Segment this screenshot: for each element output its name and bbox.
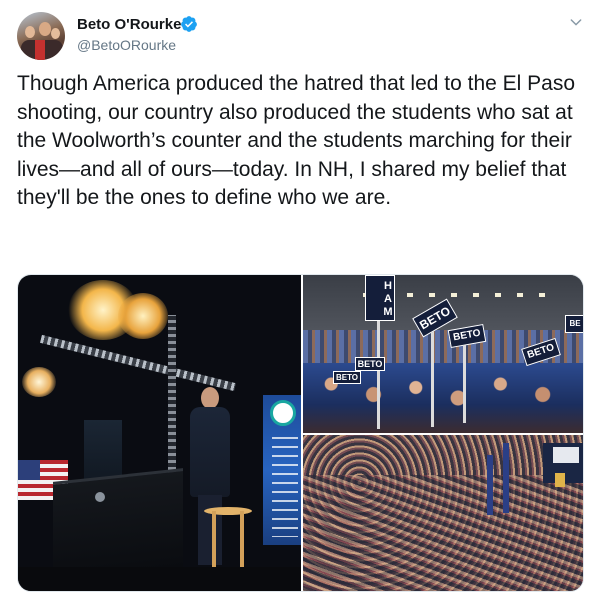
verified-badge-icon xyxy=(181,16,197,32)
tweet-text: Though America produced the hatred that … xyxy=(17,72,576,209)
photo-wide-crowd[interactable] xyxy=(303,435,583,591)
media-grid: HAM BETO BETO BETO BETO BETO BE xyxy=(17,274,584,592)
campaign-sign: BETO xyxy=(333,371,361,384)
campaign-sign: BE xyxy=(565,315,583,333)
photo-speaker-on-stage[interactable] xyxy=(18,275,301,591)
tweet: Beto O'Rourke @BetoORourke Though Americ… xyxy=(0,0,600,606)
avatar[interactable] xyxy=(17,12,65,60)
user-name[interactable]: Beto O'Rourke xyxy=(77,16,181,33)
chevron-down-icon[interactable] xyxy=(568,14,584,30)
campaign-sign: BETO xyxy=(355,357,385,371)
campaign-sign: HAM xyxy=(365,275,395,321)
photo-crowd-with-signs[interactable]: HAM BETO BETO BETO BETO BETO BE xyxy=(303,275,583,433)
user-handle[interactable]: @BetoORourke xyxy=(77,37,176,53)
